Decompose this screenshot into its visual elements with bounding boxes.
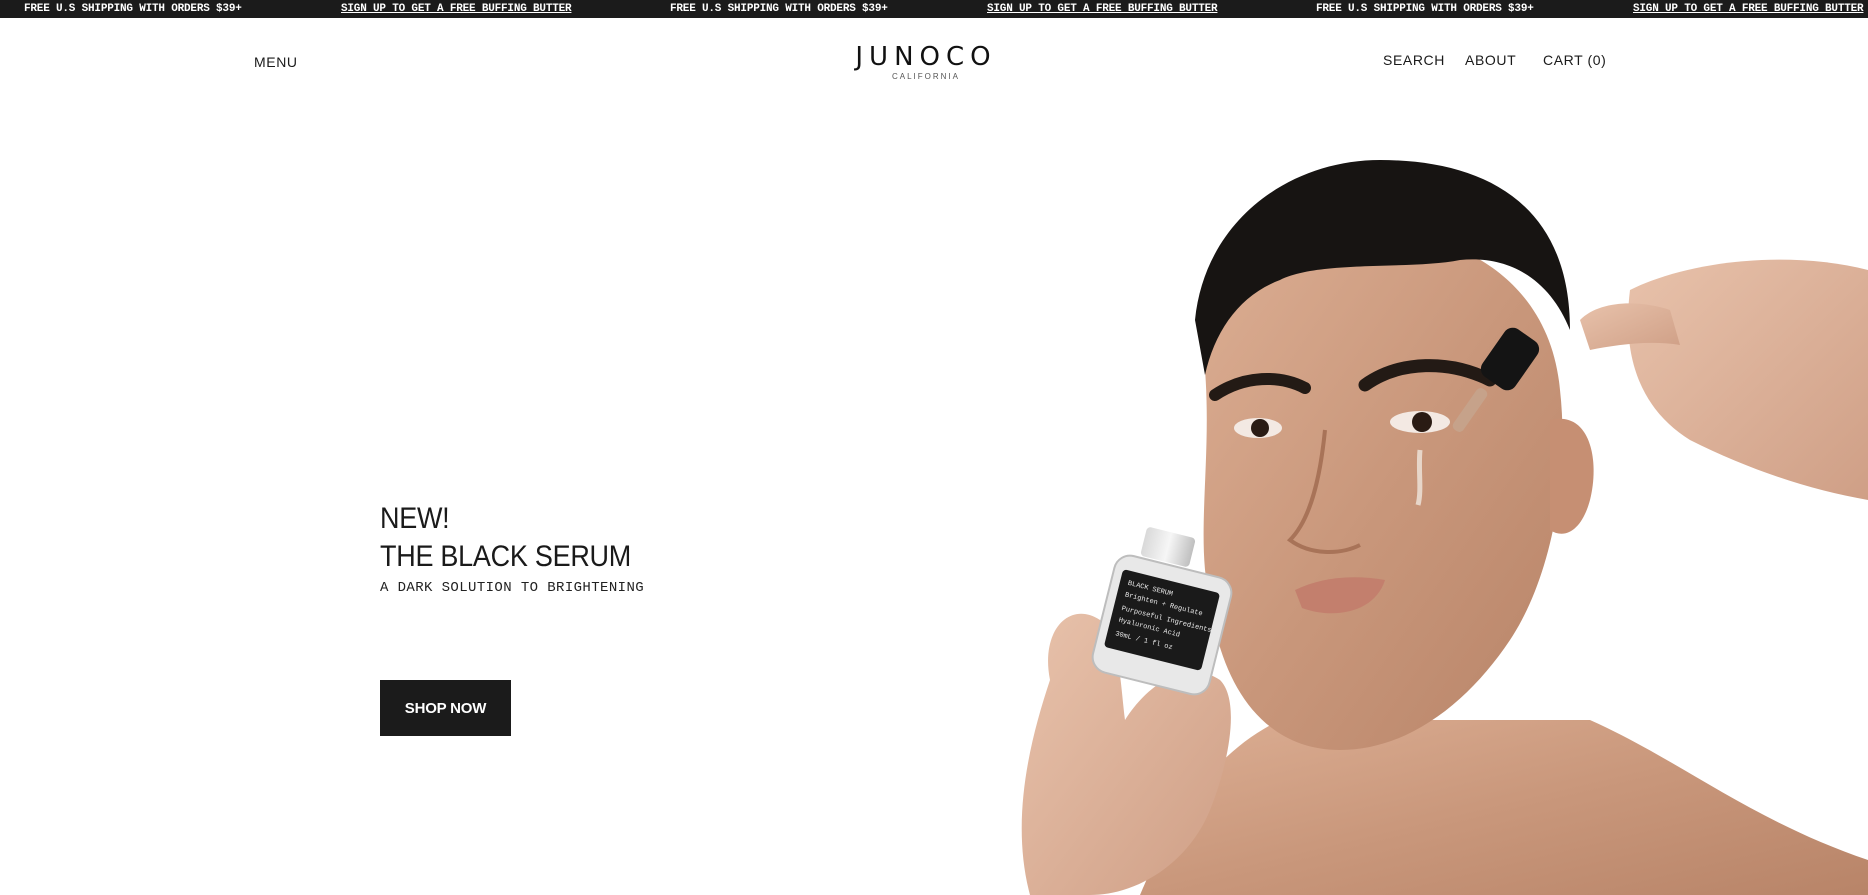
hero-subtitle: A DARK SOLUTION TO BRIGHTENING: [380, 580, 645, 596]
menu-button[interactable]: MENU: [254, 54, 298, 70]
hero-title: THE BLACK SERUM: [380, 540, 632, 573]
logo-brand: JUNOCO: [855, 42, 997, 72]
announcement-shipping: FREE U.S SHIPPING WITH ORDERS $39+: [670, 3, 888, 15]
announcement-signup-link[interactable]: SIGN UP TO GET A FREE BUFFING BUTTER: [341, 3, 572, 15]
announcement-signup-link[interactable]: SIGN UP TO GET A FREE BUFFING BUTTER: [1633, 3, 1864, 15]
logo-tagline: CALIFORNIA: [891, 72, 960, 81]
hero-image: BLACK SERUM Brighten + Regulate Purposef…: [990, 160, 1868, 895]
about-link[interactable]: ABOUT: [1465, 52, 1516, 68]
announcement-shipping: FREE U.S SHIPPING WITH ORDERS $39+: [1316, 3, 1534, 15]
logo[interactable]: JUNOCO CALIFORNIA: [826, 42, 1026, 81]
cart-link[interactable]: CART (0): [1543, 52, 1606, 68]
shop-now-button[interactable]: SHOP NOW: [380, 680, 511, 736]
search-link[interactable]: SEARCH: [1383, 52, 1445, 68]
hero-content: NEW! THE BLACK SERUM A DARK SOLUTION TO …: [380, 500, 659, 596]
announcement-signup-link[interactable]: SIGN UP TO GET A FREE BUFFING BUTTER: [987, 3, 1218, 15]
hero-eyebrow: NEW!: [380, 502, 450, 535]
model-with-serum-illustration: BLACK SERUM Brighten + Regulate Purposef…: [1021, 160, 1868, 895]
announcement-shipping: FREE U.S SHIPPING WITH ORDERS $39+: [24, 3, 242, 15]
announcement-bar: FREE U.S SHIPPING WITH ORDERS $39+ SIGN …: [0, 0, 1868, 18]
site-header: MENU JUNOCO CALIFORNIA SEARCH ABOUT CART…: [0, 18, 1868, 98]
